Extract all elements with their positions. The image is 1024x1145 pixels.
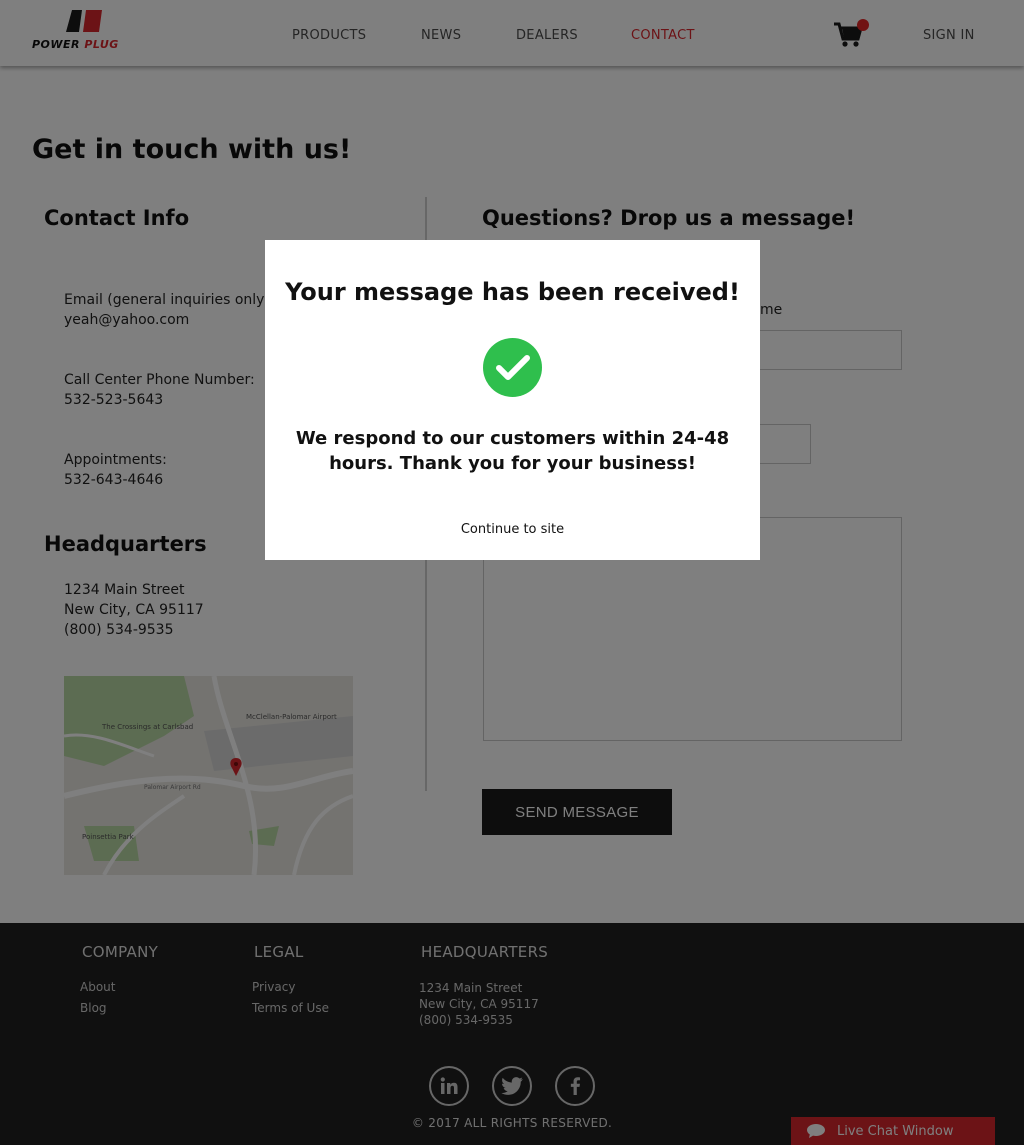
modal-message: We respond to our customers within 24-48…: [295, 428, 730, 474]
confirmation-modal: Your message has been received! We respo…: [265, 240, 760, 560]
continue-to-site-link[interactable]: Continue to site: [265, 522, 760, 537]
modal-backdrop[interactable]: [0, 0, 1024, 1145]
checkmark-icon: [483, 338, 542, 397]
modal-title: Your message has been received!: [285, 278, 740, 306]
